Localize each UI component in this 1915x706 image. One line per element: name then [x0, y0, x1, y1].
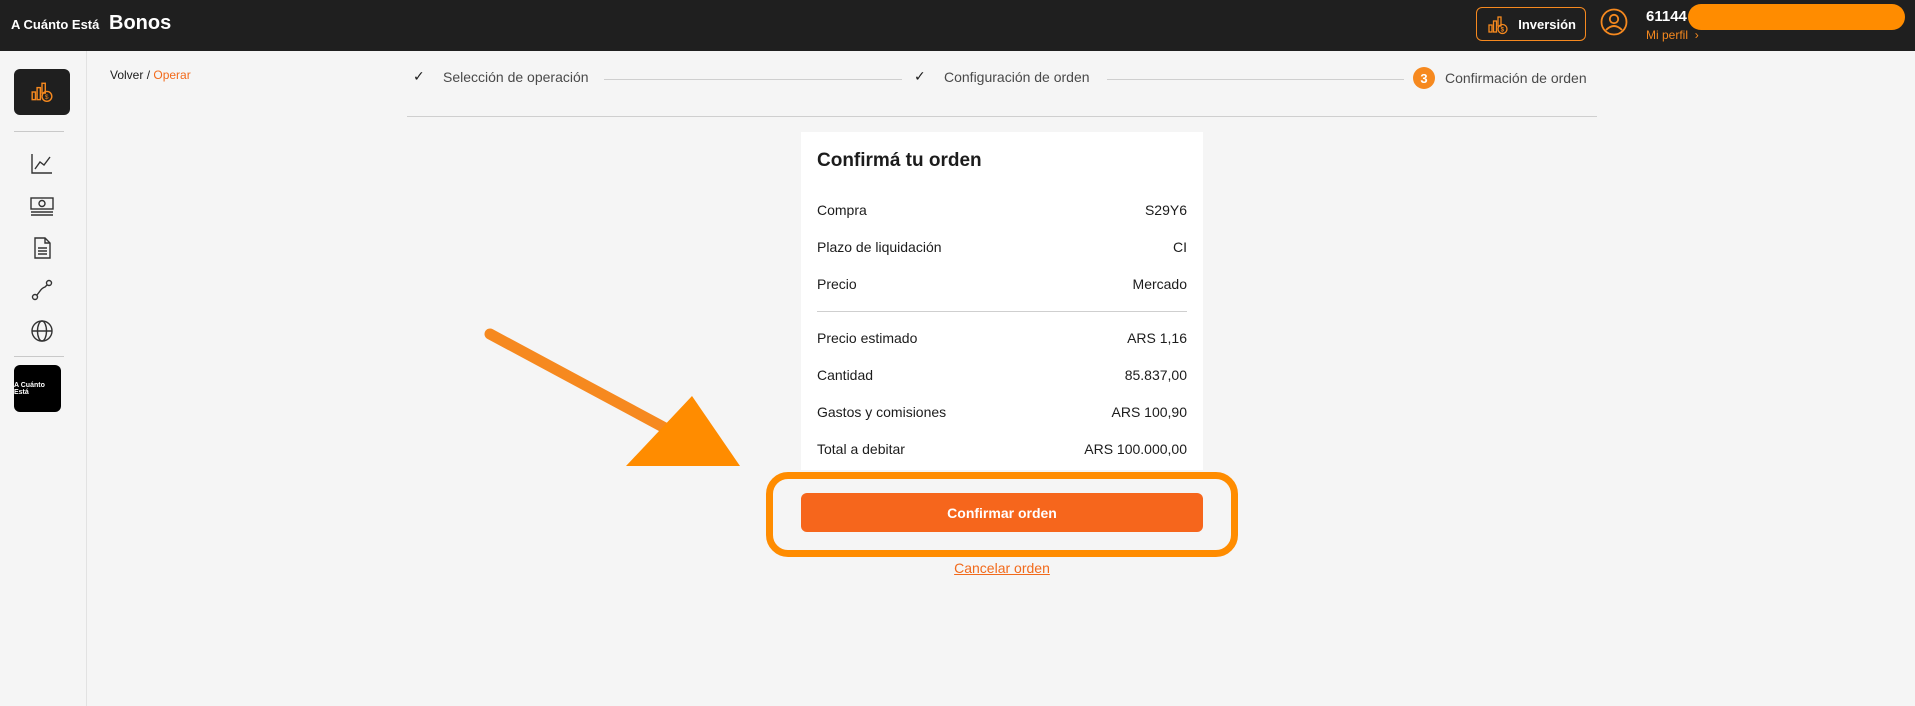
step-connector: [1107, 79, 1404, 80]
step-order-confirmation: 3 Confirmación de orden: [1413, 67, 1587, 89]
breadcrumb: Volver / Operar: [110, 68, 191, 82]
card-divider: [817, 311, 1187, 312]
order-confirmation-card: Confirmá tu orden Compra S29Y6 Plazo de …: [801, 132, 1203, 470]
row-label: Precio: [817, 276, 857, 292]
check-icon: ✓: [914, 68, 926, 84]
route-icon[interactable]: [29, 277, 55, 303]
row-value: Mercado: [1132, 276, 1187, 292]
banknote-icon[interactable]: [29, 192, 55, 218]
summary-row: Gastos y comisiones ARS 100,90: [817, 404, 1187, 424]
sidebar-brand-logo[interactable]: A Cuánto Está: [14, 365, 61, 412]
summary-row: Plazo de liquidación CI: [817, 239, 1187, 259]
summary-row: Total a debitar ARS 100.000,00: [817, 441, 1187, 461]
chart-line-icon[interactable]: [29, 151, 55, 177]
breadcrumb-current[interactable]: Operar: [153, 68, 190, 82]
row-value: ARS 100.000,00: [1084, 441, 1187, 457]
page-title: Bonos: [109, 12, 172, 34]
step-label: Confirmación de orden: [1445, 70, 1587, 86]
order-stepper: ✓ Selección de operación ✓ Configuración…: [407, 62, 1597, 117]
globe-icon[interactable]: [29, 318, 55, 344]
row-label: Gastos y comisiones: [817, 404, 947, 420]
row-label: Total a debitar: [817, 441, 905, 457]
investment-label: Inversión: [1518, 16, 1576, 32]
document-icon[interactable]: [29, 235, 55, 261]
row-value: CI: [1173, 239, 1187, 255]
card-title: Confirmá tu orden: [817, 150, 982, 171]
row-label: Cantidad: [817, 367, 874, 383]
step-order-configuration: ✓ Configuración de orden: [914, 68, 1090, 85]
summary-row: Compra S29Y6: [817, 202, 1187, 222]
step-label: Configuración de orden: [944, 68, 1090, 85]
row-value: ARS 100,90: [1111, 404, 1188, 420]
summary-row: Cantidad 85.837,00: [817, 367, 1187, 387]
user-id: 61144: [1646, 8, 1687, 25]
row-value: S29Y6: [1144, 202, 1187, 218]
row-label: Precio estimado: [817, 330, 918, 346]
summary-row: Precio Mercado: [817, 276, 1187, 296]
step-operation-selection: ✓ Selección de operación: [413, 68, 589, 85]
sidebar-divider: [14, 131, 64, 132]
breadcrumb-back-link[interactable]: Volver: [110, 68, 143, 82]
investment-icon: $: [31, 82, 53, 102]
step-number-badge: 3: [1413, 67, 1435, 89]
top-bar: A Cuánto Está Bonos $ Inversión 61144 Mi…: [0, 0, 1915, 51]
investment-button[interactable]: $ Inversión: [1476, 7, 1586, 41]
user-avatar-icon[interactable]: [1600, 8, 1628, 36]
svg-text:$: $: [45, 94, 49, 101]
sidebar-divider: [14, 356, 64, 357]
confirm-order-button[interactable]: Confirmar orden: [801, 493, 1203, 532]
cancel-order-link[interactable]: Cancelar orden: [900, 560, 1104, 576]
check-icon: ✓: [413, 68, 425, 84]
profile-link-label: Mi perfil: [1646, 28, 1689, 42]
row-value: ARS 1,16: [1127, 330, 1187, 346]
arrow-annotation-icon: [484, 328, 740, 466]
breadcrumb-separator: /: [143, 68, 154, 82]
step-label: Selección de operación: [443, 68, 589, 85]
row-label: Compra: [817, 202, 867, 218]
row-label: Plazo de liquidación: [817, 239, 942, 255]
row-value: 85.837,00: [1124, 367, 1187, 383]
brand-name[interactable]: A Cuánto Está: [11, 17, 99, 32]
sidebar-item-investments[interactable]: $: [14, 69, 70, 115]
profile-link[interactable]: Mi perfil ›: [1646, 28, 1699, 42]
chevron-right-icon: ›: [1691, 28, 1699, 42]
investment-icon: $: [1488, 16, 1508, 35]
sidebar: $ A Cuánto Está: [0, 51, 87, 706]
summary-row: Precio estimado ARS 1,16: [817, 330, 1187, 350]
step-connector: [604, 79, 902, 80]
user-name-redacted: [1688, 4, 1905, 30]
